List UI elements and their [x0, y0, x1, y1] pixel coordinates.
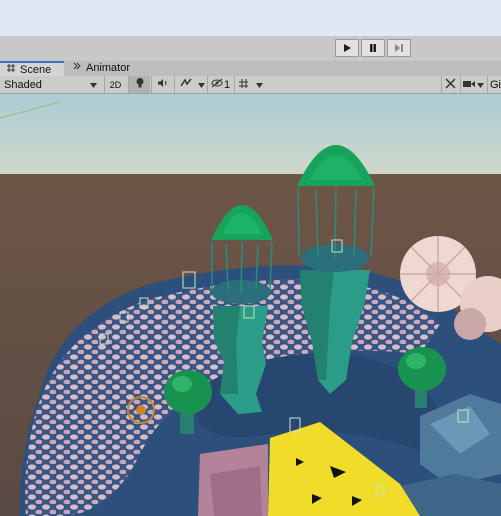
- effects-icon: [179, 78, 192, 91]
- animator-icon: [72, 61, 82, 76]
- gizmos-dropdown[interactable]: Gi: [487, 76, 501, 93]
- play-button[interactable]: [335, 39, 359, 57]
- shading-mode-dropdown[interactable]: Shaded: [0, 76, 101, 93]
- play-mode-toolbar: [0, 36, 501, 62]
- sky: [0, 94, 501, 176]
- camera-settings-button[interactable]: [460, 76, 486, 93]
- toggle-2d-button[interactable]: 2D: [104, 76, 126, 93]
- play-icon: [342, 43, 352, 53]
- camera-icon: [463, 79, 475, 91]
- step-button[interactable]: [387, 39, 411, 57]
- shading-mode-value: Shaded: [4, 78, 42, 91]
- grid-toggle[interactable]: [234, 76, 252, 93]
- pause-button[interactable]: [361, 39, 385, 57]
- effects-dropdown[interactable]: [196, 76, 206, 93]
- dropdown-arrow-icon: [477, 79, 484, 91]
- effects-toggle[interactable]: [174, 76, 196, 93]
- editor-tab-bar: Scene Animator: [0, 61, 501, 77]
- grid-dropdown[interactable]: [253, 76, 265, 93]
- audio-toggle[interactable]: [151, 76, 173, 93]
- scene-visibility-toggle[interactable]: 1: [207, 76, 233, 93]
- grid-icon: [238, 78, 249, 92]
- lighting-toggle[interactable]: [128, 76, 150, 93]
- pink-floor-tile: [198, 444, 268, 516]
- lightbulb-icon: [135, 77, 145, 92]
- tab-animator[interactable]: Animator: [66, 61, 136, 76]
- tools-settings-button[interactable]: [441, 76, 459, 93]
- toggle-2d-label: 2D: [109, 79, 122, 90]
- speaker-icon: [157, 78, 169, 91]
- dropdown-arrow-icon: [90, 79, 97, 91]
- tools-icon: [445, 77, 456, 92]
- step-icon: [394, 43, 404, 53]
- hidden-count: 1: [223, 78, 231, 91]
- tab-scene[interactable]: Scene: [0, 61, 64, 77]
- dropdown-arrow-icon: [255, 79, 263, 91]
- pause-icon: [368, 43, 378, 53]
- eye-slash-icon: [211, 78, 223, 91]
- tab-animator-label: Animator: [86, 62, 131, 74]
- scene-viewport[interactable]: [0, 94, 501, 516]
- window-title-bar: [0, 0, 501, 36]
- scene-view-toolbar: Shaded 2D 1 Gi: [0, 76, 501, 94]
- gizmos-label: Gi: [490, 78, 501, 91]
- scene-render: [0, 94, 501, 516]
- dropdown-arrow-icon: [197, 79, 205, 91]
